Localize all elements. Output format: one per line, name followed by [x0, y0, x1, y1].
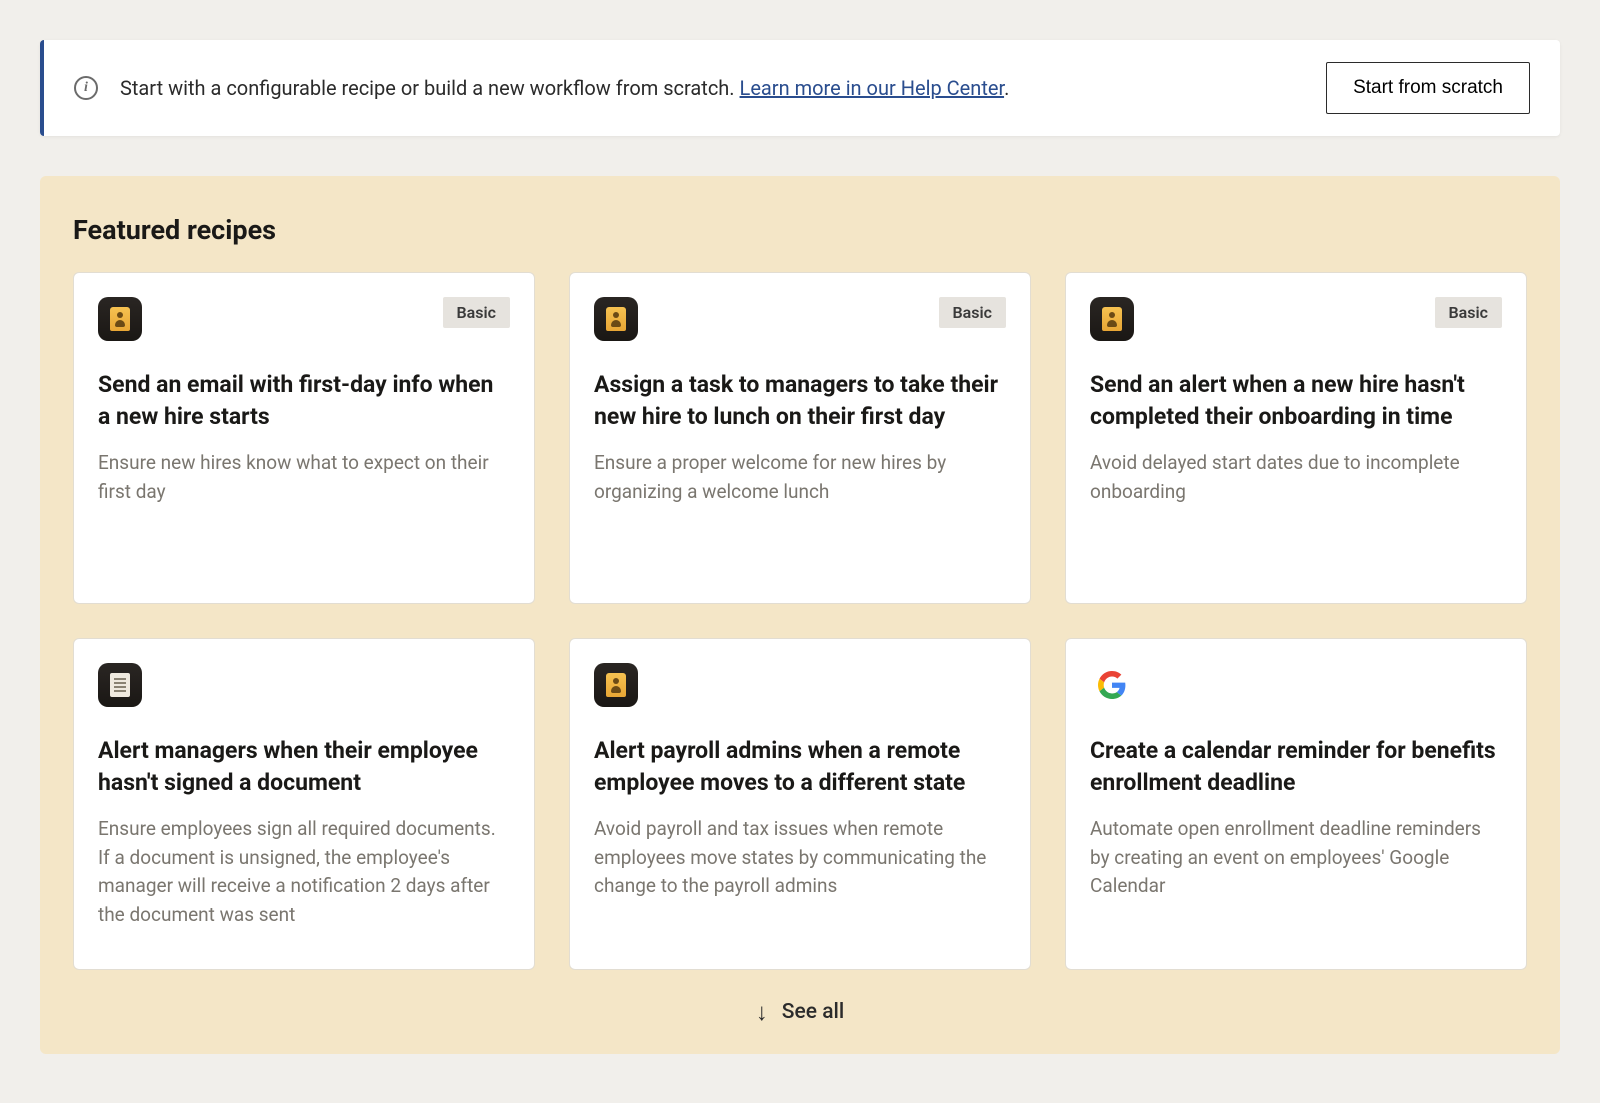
recipe-card[interactable]: Basic Assign a task to managers to take …	[569, 272, 1031, 604]
recipe-card-grid: Basic Send an email with first-day info …	[73, 272, 1527, 970]
see-all-label: See all	[782, 1000, 844, 1024]
info-icon: i	[74, 76, 98, 100]
person-badge-icon	[1090, 297, 1134, 341]
recipe-card[interactable]: Alert payroll admins when a remote emplo…	[569, 638, 1031, 970]
info-banner-text: Start with a configurable recipe or buil…	[120, 76, 1009, 100]
featured-recipes-section: Featured recipes Basic Send an email wit…	[40, 176, 1560, 1054]
see-all-button[interactable]: ↓ See all	[73, 1000, 1527, 1024]
recipe-card[interactable]: Basic Send an alert when a new hire hasn…	[1065, 272, 1527, 604]
document-icon	[98, 663, 142, 707]
info-banner-prefix: Start with a configurable recipe or buil…	[120, 76, 740, 100]
person-badge-icon	[594, 663, 638, 707]
info-banner-suffix: .	[1004, 76, 1009, 100]
recipe-description: Avoid payroll and tax issues when remote…	[594, 815, 1006, 901]
recipe-card[interactable]: Alert managers when their employee hasn'…	[73, 638, 535, 970]
recipe-tag: Basic	[1435, 297, 1502, 328]
recipe-description: Ensure a proper welcome for new hires by…	[594, 449, 1006, 506]
google-icon	[1090, 663, 1134, 707]
help-center-link[interactable]: Learn more in our Help Center	[740, 76, 1005, 100]
recipe-card[interactable]: Basic Send an email with first-day info …	[73, 272, 535, 604]
recipe-title: Assign a task to managers to take their …	[594, 369, 1006, 433]
recipe-title: Create a calendar reminder for benefits …	[1090, 735, 1502, 799]
recipe-title: Alert payroll admins when a remote emplo…	[594, 735, 1006, 799]
start-from-scratch-button[interactable]: Start from scratch	[1326, 62, 1530, 114]
person-badge-icon	[98, 297, 142, 341]
recipe-card[interactable]: Create a calendar reminder for benefits …	[1065, 638, 1527, 970]
recipe-description: Automate open enrollment deadline remind…	[1090, 815, 1502, 901]
featured-recipes-heading: Featured recipes	[73, 214, 1527, 246]
recipe-tag: Basic	[443, 297, 510, 328]
recipe-description: Ensure employees sign all required docum…	[98, 815, 510, 929]
recipe-title: Alert managers when their employee hasn'…	[98, 735, 510, 799]
recipe-tag: Basic	[939, 297, 1006, 328]
recipe-description: Ensure new hires know what to expect on …	[98, 449, 510, 506]
recipe-description: Avoid delayed start dates due to incompl…	[1090, 449, 1502, 506]
info-banner: i Start with a configurable recipe or bu…	[40, 40, 1560, 136]
info-banner-left: i Start with a configurable recipe or bu…	[74, 76, 1009, 100]
arrow-down-icon: ↓	[756, 1000, 768, 1024]
recipe-title: Send an email with first-day info when a…	[98, 369, 510, 433]
recipe-title: Send an alert when a new hire hasn't com…	[1090, 369, 1502, 433]
person-badge-icon	[594, 297, 638, 341]
